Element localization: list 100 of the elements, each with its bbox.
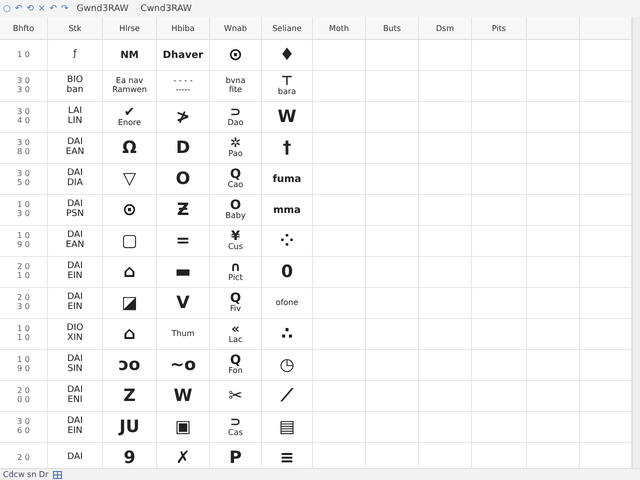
code-text: XIN bbox=[67, 334, 83, 344]
row-number: 8 0 bbox=[17, 148, 30, 157]
toolbar-icon[interactable]: × bbox=[38, 4, 46, 14]
row-number: 9 0 bbox=[17, 241, 30, 250]
code-text: DAI bbox=[67, 453, 83, 463]
column-header[interactable]: Pits bbox=[492, 24, 506, 32]
column-header[interactable]: Seliane bbox=[272, 24, 302, 32]
toolbar-icon[interactable]: ↷ bbox=[61, 4, 69, 14]
symbol-glyph: « bbox=[231, 323, 240, 336]
cell-text: Dhaver bbox=[162, 50, 204, 60]
column-header[interactable]: Buts bbox=[383, 24, 401, 32]
symbol-glyph: ⁘ bbox=[280, 232, 294, 250]
toolbar-icon[interactable]: ↶ bbox=[14, 4, 22, 14]
code-text: DAI bbox=[67, 138, 83, 148]
code-text: EAN bbox=[66, 241, 84, 251]
code-text: EAN bbox=[66, 148, 84, 158]
row-number: 3 0 bbox=[17, 170, 30, 179]
cell-text: bvna bbox=[226, 77, 246, 86]
scrollbar[interactable] bbox=[632, 17, 640, 468]
row-number: 1 0 bbox=[17, 232, 30, 241]
code-text: LIN bbox=[68, 117, 82, 127]
grid-icon[interactable] bbox=[53, 470, 62, 478]
cell-caption: Cus bbox=[228, 243, 243, 252]
symbol-glyph: ⊙ bbox=[122, 202, 137, 218]
code-text: EIN bbox=[67, 303, 83, 313]
symbol-glyph: W bbox=[278, 108, 296, 126]
row-number: 1 0 bbox=[17, 325, 30, 334]
symbol-glyph: V bbox=[176, 294, 190, 312]
toolbar-icon[interactable]: ○ bbox=[3, 4, 11, 14]
toolbar-icon[interactable]: ⟲ bbox=[26, 4, 34, 14]
column-header[interactable]: Wnab bbox=[224, 24, 247, 32]
cell-caption: Fiv bbox=[230, 305, 241, 314]
symbol-glyph: ✲ bbox=[230, 137, 241, 150]
code-text: EIN bbox=[67, 272, 83, 282]
symbol-glyph: ▣ bbox=[174, 418, 192, 436]
code-text: DAI bbox=[67, 293, 83, 302]
row-number: 3 0 bbox=[17, 77, 30, 86]
code-text: ENI bbox=[67, 396, 83, 406]
symbol-glyph: ⊤ bbox=[281, 75, 293, 88]
symbol-glyph: ¥ bbox=[230, 230, 240, 244]
row-number: 9 0 bbox=[17, 365, 30, 374]
cell-text: mma bbox=[273, 204, 301, 216]
code-text: DAI bbox=[67, 355, 83, 364]
symbol-glyph: ♦ bbox=[279, 46, 295, 64]
column-header[interactable]: Moth bbox=[328, 24, 349, 32]
symbol-glyph: ✂ bbox=[228, 388, 243, 404]
symbol-glyph: Q bbox=[230, 354, 242, 368]
cell-caption: Baby bbox=[225, 212, 246, 221]
symbol-glyph: O bbox=[230, 199, 242, 212]
toolbar-icon[interactable]: ↶ bbox=[50, 4, 58, 14]
symbol-glyph: ɔo bbox=[118, 356, 140, 374]
code-text: DIA bbox=[67, 179, 83, 189]
row-number: 4 0 bbox=[17, 117, 30, 126]
code-text: SIN bbox=[67, 365, 83, 375]
column-header[interactable]: Dsm bbox=[436, 24, 454, 32]
cell-text: Ea nav bbox=[116, 77, 144, 86]
code-text: DAI bbox=[67, 169, 83, 178]
symbol-glyph: Ω bbox=[122, 140, 137, 156]
code-text: DAI bbox=[67, 262, 83, 272]
row-number: 6 0 bbox=[17, 427, 30, 436]
cell-text: - - - - bbox=[173, 77, 193, 86]
row-number: 1 0 bbox=[17, 356, 30, 365]
sheet-tab[interactable]: Cwnd3RAW bbox=[136, 4, 196, 14]
sheet-tab[interactable]: Gwnd3RAW bbox=[72, 4, 133, 14]
symbol-glyph: O bbox=[176, 170, 190, 188]
row-number: 2 0 bbox=[17, 263, 30, 272]
symbol-glyph: W bbox=[174, 388, 192, 404]
cell-caption: Lac bbox=[228, 336, 242, 345]
symbol-glyph: ◪ bbox=[121, 294, 138, 312]
symbol-glyph: † bbox=[282, 140, 292, 156]
symbol-glyph: ▤ bbox=[278, 418, 296, 436]
symbol-glyph: = bbox=[176, 232, 190, 250]
column-header[interactable]: Bhfto bbox=[12, 24, 34, 32]
symbol-glyph: ◷ bbox=[280, 356, 294, 374]
row-number: 2 0 bbox=[17, 387, 30, 396]
code-text: LAI bbox=[68, 107, 82, 116]
symbol-glyph: JU bbox=[119, 418, 140, 436]
symbol-glyph: ⊃ bbox=[230, 416, 241, 430]
symbol-glyph: Z bbox=[123, 388, 136, 404]
row-number: 5 0 bbox=[17, 179, 30, 188]
column-header[interactable]: Stk bbox=[68, 24, 82, 32]
symbol-glyph: ✗ bbox=[176, 450, 190, 466]
row-number: 3 0 bbox=[17, 86, 30, 95]
symbol-glyph: ∩ bbox=[230, 261, 241, 274]
code-text: BIO bbox=[67, 76, 83, 86]
cell-caption: Fon bbox=[228, 367, 243, 376]
row-number: 3 0 bbox=[17, 418, 30, 427]
cell-text: Ramwen bbox=[112, 86, 147, 95]
symbol-glyph: ⌂ bbox=[123, 326, 136, 342]
symbol-glyph: ▬ bbox=[174, 264, 192, 280]
row-number: 3 0 bbox=[17, 303, 30, 312]
cell-text: ofone bbox=[276, 298, 298, 308]
symbol-glyph: 0 bbox=[281, 264, 293, 280]
column-header[interactable]: Hlrse bbox=[119, 24, 140, 32]
cell-caption: bara bbox=[278, 88, 296, 97]
cell-text: fite bbox=[228, 86, 242, 95]
symbol-glyph: P bbox=[229, 450, 242, 466]
column-header[interactable]: Hbiba bbox=[171, 24, 195, 32]
cell-caption: Cas bbox=[228, 429, 243, 438]
code-text: ban bbox=[66, 86, 84, 96]
